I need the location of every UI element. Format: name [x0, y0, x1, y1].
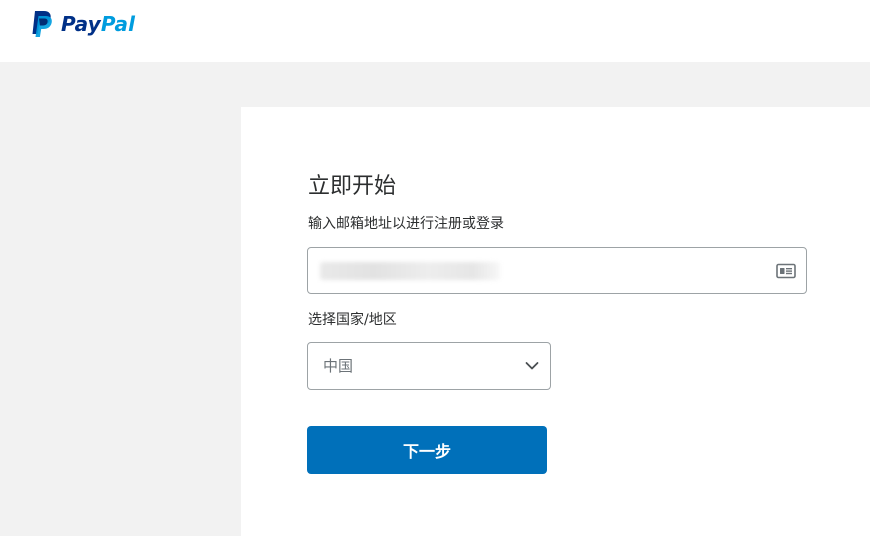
logo-text-pal: Pal — [100, 12, 136, 36]
page-title: 立即开始 — [308, 174, 397, 199]
logo-text-pay: Pay — [61, 12, 101, 36]
contact-card-icon[interactable] — [776, 263, 796, 279]
header: PayPal — [0, 0, 870, 62]
chevron-down-icon — [525, 362, 539, 370]
country-select[interactable]: 中国 — [307, 342, 551, 390]
paypal-logo-icon — [32, 11, 52, 37]
email-field[interactable] — [307, 247, 807, 294]
next-button[interactable]: 下一步 — [307, 426, 547, 474]
paypal-wordmark: PayPal — [61, 14, 135, 34]
country-selected-value: 中国 — [323, 357, 354, 375]
country-label: 选择国家/地区 — [308, 312, 397, 328]
email-value-redacted — [320, 262, 500, 280]
email-instruction: 输入邮箱地址以进行注册或登录 — [308, 216, 504, 232]
paypal-logo[interactable]: PayPal — [29, 9, 135, 39]
